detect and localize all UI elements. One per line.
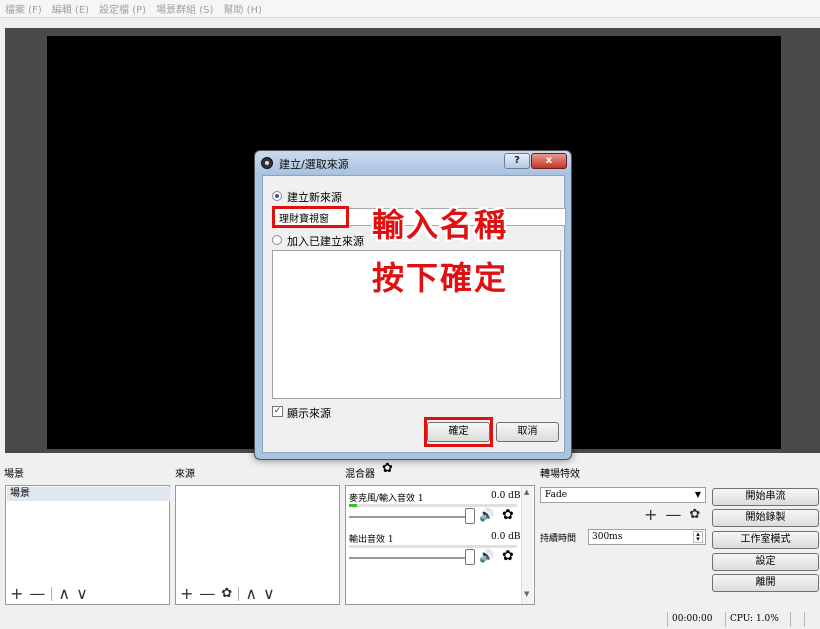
sources-toolbar: + — ✿ ∧ ∨ [180,584,281,603]
cancel-button[interactable]: 取消 [496,422,559,442]
obs-logo-icon [261,157,273,169]
audio-meter [349,504,517,507]
mixer-channel-db: 0.0 dB [491,491,521,501]
volume-slider-thumb[interactable] [465,549,475,565]
scenes-toolbar: + — ∧ ∨ [10,584,94,603]
input-highlight-box [272,206,349,228]
mixer-panel: 麥克風/輸入音效 1 0.0 dB 🔊 ✿ 輸出音效 1 0.0 dB 🔊 ✿ [345,485,535,605]
add-existing-radio[interactable] [272,235,282,245]
mixer-label: 混合器 [345,469,375,480]
show-source-label: 顯示來源 [287,407,331,420]
audio-meter [349,545,517,548]
help-button[interactable]: ? [504,153,530,169]
volume-slider-thumb[interactable] [465,508,475,524]
menu-scene-collection[interactable]: 場景群組 (S) [156,1,213,16]
spin-arrows-icon[interactable]: ▴ ▾ [693,531,703,543]
create-source-dialog: 建立/選取來源 ? x 建立新來源 加入已建立來源 ✓ 顯示來源 確定 取消 [254,150,572,460]
add-transition-icon[interactable]: + [644,505,657,524]
cpu-usage: CPU: 1.0% [730,614,779,624]
audio-meter-level [349,504,358,507]
annotation-press-ok: 按下確定 [372,259,509,297]
scenes-label: 場景 [4,469,24,480]
menu-bar: 檔案 (F) 編輯 (E) 設定檔 (P) 場景群組 (S) 幫助 (H) [0,0,820,18]
scene-item[interactable]: 場景 [7,487,170,501]
menu-help[interactable]: 幫助 (H) [223,1,262,16]
show-source-checkbox[interactable]: ✓ [272,406,283,417]
close-button[interactable]: x [531,153,567,169]
settings-button[interactable]: 設定 [712,553,819,571]
transition-toolbar: + — ✿ [644,505,708,524]
add-source-icon[interactable]: + [180,584,193,603]
start-recording-button[interactable]: 開始錄製 [712,509,819,527]
menu-file[interactable]: 檔案 (F) [5,1,42,16]
transition-settings-gear-icon[interactable]: ✿ [689,507,700,522]
dialog-title: 建立/選取來源 [279,158,349,171]
mixer-channel-name: 輸出音效 1 [349,535,394,545]
ok-highlight-box [424,417,493,447]
source-move-up-icon[interactable]: ∧ [245,584,257,603]
mixer-settings-gear-icon[interactable]: ✿ [382,461,393,476]
volume-slider-track[interactable] [349,516,471,518]
channel-settings-gear-icon[interactable]: ✿ [502,507,514,523]
transition-select[interactable]: Fade ▼ [540,487,706,503]
create-new-label: 建立新來源 [287,191,342,204]
duration-value: 300ms [592,532,623,542]
stream-time: 00:00:00 [672,614,713,624]
mixer-scrollbar[interactable]: ▲ ▼ [521,486,533,604]
duration-spinbox[interactable]: 300ms ▴ ▾ [588,529,706,545]
source-move-down-icon[interactable]: ∨ [263,584,275,603]
mute-speaker-icon[interactable]: 🔊 [479,549,494,563]
mute-speaker-icon[interactable]: 🔊 [479,508,494,522]
sources-label: 來源 [175,469,195,480]
transition-selected-value: Fade [545,490,568,500]
move-up-icon[interactable]: ∧ [58,584,70,603]
exit-button[interactable]: 離開 [712,574,819,592]
menu-profile[interactable]: 設定檔 (P) [99,1,146,16]
source-properties-gear-icon[interactable]: ✿ [221,586,232,601]
move-down-icon[interactable]: ∨ [76,584,88,603]
remove-scene-icon[interactable]: — [29,584,45,603]
mixer-channel-db: 0.0 dB [491,532,521,542]
mixer-channel-name: 麥克風/輸入音效 1 [349,494,424,504]
dialog-title-bar[interactable]: 建立/選取來源 ? x [255,151,571,175]
remove-transition-icon[interactable]: — [665,505,681,524]
menu-edit[interactable]: 編輯 (E) [52,1,89,16]
status-bar: 00:00:00 CPU: 1.0% [0,610,820,629]
remove-source-icon[interactable]: — [199,584,215,603]
annotation-enter-name: 輸入名稱 [372,206,509,244]
add-scene-icon[interactable]: + [10,584,23,603]
chevron-down-icon: ▼ [694,490,701,499]
volume-slider-track[interactable] [349,557,471,559]
channel-settings-gear-icon[interactable]: ✿ [502,548,514,564]
duration-label: 持續時間 [540,534,577,544]
start-streaming-button[interactable]: 開始串流 [712,488,819,506]
add-existing-label: 加入已建立來源 [287,235,364,248]
create-new-radio[interactable] [272,191,282,201]
transitions-label: 轉場特效 [540,469,580,480]
studio-mode-button[interactable]: 工作室模式 [712,531,819,549]
